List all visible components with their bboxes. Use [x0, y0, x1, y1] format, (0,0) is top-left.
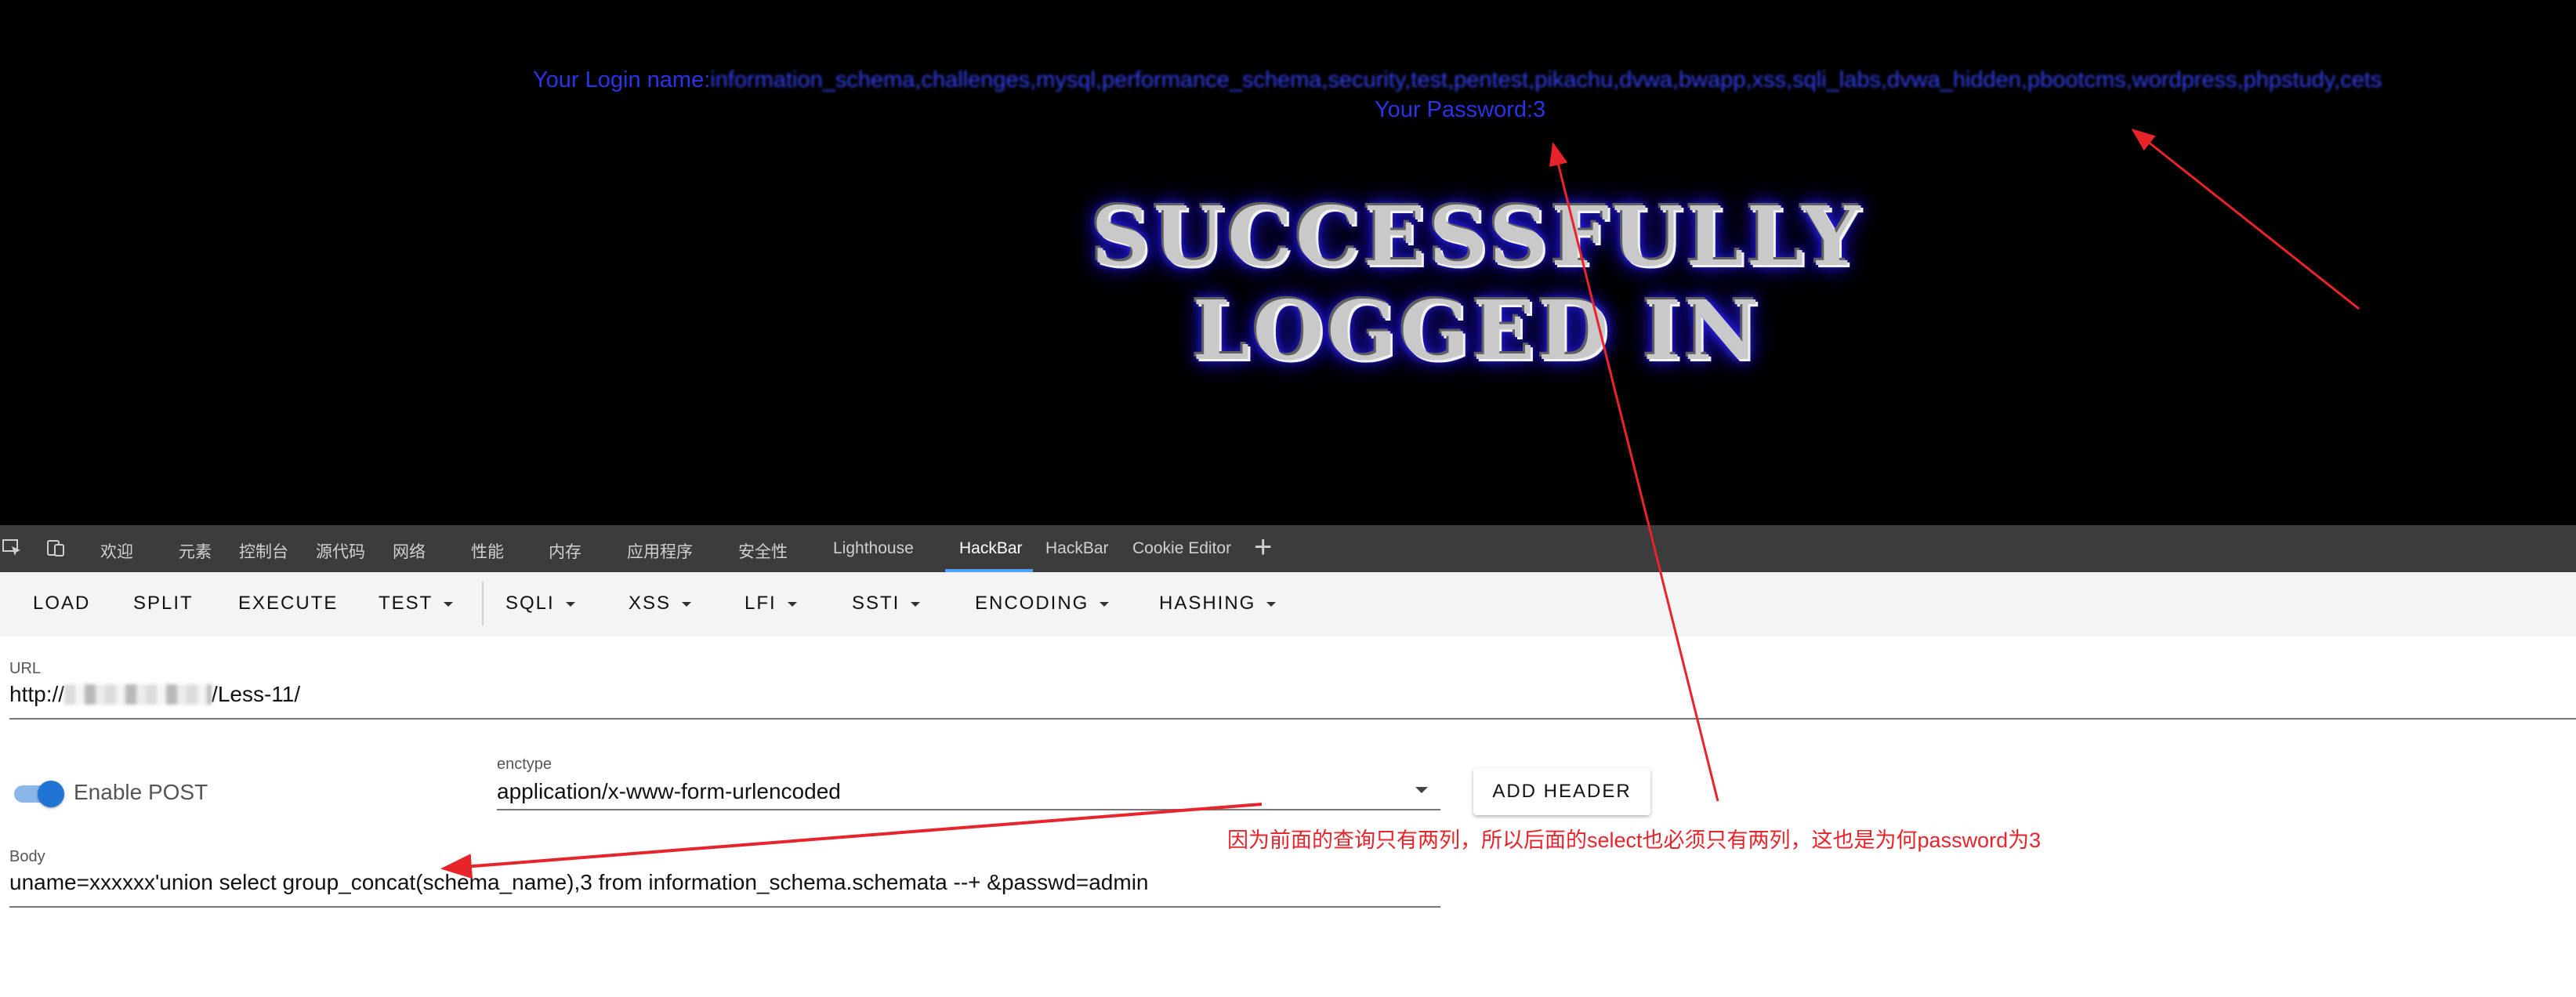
- add-tab-icon[interactable]: +: [1254, 531, 1272, 563]
- chevron-down-icon: [787, 601, 797, 607]
- execute-button[interactable]: EXECUTE: [238, 593, 338, 615]
- chevron-down-icon: [444, 601, 454, 607]
- tab-security[interactable]: 安全性: [738, 539, 788, 563]
- sqli-menu-label: SQLI: [505, 593, 555, 614]
- devtools-tab-strip: 欢迎 元素 控制台 源代码 网络 性能 内存 应用程序 安全性 Lighthou…: [0, 525, 2576, 572]
- enable-post-label: Enable POST: [74, 780, 208, 804]
- ssti-menu-label: SSTI: [852, 593, 900, 614]
- tab-memory[interactable]: 内存: [549, 539, 582, 563]
- enctype-underline: [497, 809, 1440, 810]
- body-input[interactable]: uname=xxxxxx'union select group_concat(s…: [9, 870, 1149, 895]
- arrow-to-body: [440, 803, 1263, 879]
- tab-elements[interactable]: 元素: [179, 539, 212, 563]
- url-prefix: http://: [9, 682, 65, 706]
- redacted-host: [64, 684, 212, 705]
- body-underline: [9, 906, 1440, 908]
- login-name-line: Your Login name:information_schema,chall…: [533, 67, 2382, 93]
- toolbar-divider: [482, 582, 484, 625]
- tab-performance[interactable]: 性能: [471, 539, 504, 563]
- tab-hackbar-2[interactable]: HackBar: [1045, 539, 1109, 558]
- load-button[interactable]: LOAD: [33, 593, 90, 615]
- tab-sources[interactable]: 源代码: [316, 539, 365, 563]
- execute-button-label: EXECUTE: [238, 593, 339, 614]
- test-menu-button[interactable]: TEST: [379, 593, 454, 615]
- login-name-label: Your Login name:: [533, 67, 711, 92]
- enctype-label: enctype: [497, 756, 553, 773]
- chevron-down-icon: [565, 601, 575, 607]
- add-header-button[interactable]: ADD HEADER: [1473, 768, 1650, 815]
- annotation-text: 因为前面的查询只有两列，所以后面的select也必须只有两列，这也是为何pass…: [1227, 828, 2042, 852]
- hashing-menu-button[interactable]: HASHING: [1159, 593, 1277, 615]
- hashing-menu-label: HASHING: [1159, 593, 1256, 614]
- tab-network[interactable]: 网络: [393, 539, 426, 563]
- success-banner-line-2: LOGGED IN: [1192, 282, 1763, 379]
- xss-menu-label: XSS: [629, 593, 672, 614]
- tab-lighthouse[interactable]: Lighthouse: [833, 539, 914, 558]
- password-line: Your Password:3: [1375, 97, 1546, 122]
- url-label: URL: [9, 660, 42, 677]
- tab-application[interactable]: 应用程序: [627, 539, 693, 563]
- chevron-down-icon[interactable]: [1415, 787, 1428, 793]
- inspect-element-icon[interactable]: [2, 538, 22, 558]
- result-page: Your Login name:information_schema,chall…: [0, 0, 2576, 525]
- chevron-down-icon: [911, 601, 921, 607]
- encoding-menu-button[interactable]: ENCODING: [975, 593, 1110, 615]
- test-menu-label: TEST: [379, 593, 433, 614]
- tab-welcome[interactable]: 欢迎: [100, 539, 133, 563]
- tab-console[interactable]: 控制台: [239, 539, 288, 563]
- url-underline: [9, 718, 2576, 720]
- ssti-menu-button[interactable]: SSTI: [852, 593, 921, 615]
- login-name-value: information_schema,challenges,mysql,perf…: [710, 67, 2382, 92]
- url-suffix: /Less-11/: [212, 682, 301, 706]
- enctype-select[interactable]: application/x-www-form-urlencoded: [497, 779, 841, 804]
- xss-menu-button[interactable]: XSS: [629, 593, 692, 615]
- hackbar-toolbar: LOAD SPLIT EXECUTE TEST SQLI XSS LFI SST…: [0, 572, 2576, 636]
- tab-hackbar-active[interactable]: HackBar: [959, 539, 1023, 558]
- success-banner-line-1: SUCCESSFULLY: [1091, 188, 1864, 285]
- device-toolbar-icon[interactable]: [45, 538, 66, 558]
- encoding-menu-label: ENCODING: [975, 593, 1089, 614]
- chevron-down-icon: [1266, 601, 1277, 607]
- chevron-down-icon: [682, 601, 692, 607]
- lfi-menu-label: LFI: [745, 593, 777, 614]
- split-button[interactable]: SPLIT: [133, 593, 194, 615]
- body-label: Body: [9, 848, 45, 865]
- split-button-label: SPLIT: [133, 593, 194, 614]
- load-button-label: LOAD: [33, 593, 91, 614]
- tab-cookie-editor[interactable]: Cookie Editor: [1132, 539, 1231, 558]
- chevron-down-icon: [1100, 601, 1110, 607]
- enable-post-toggle[interactable]: [14, 781, 66, 807]
- toggle-knob: [38, 781, 64, 807]
- url-input[interactable]: http:// /Less-11/: [9, 682, 300, 707]
- sqli-menu-button[interactable]: SQLI: [505, 593, 575, 615]
- lfi-menu-button[interactable]: LFI: [745, 593, 797, 615]
